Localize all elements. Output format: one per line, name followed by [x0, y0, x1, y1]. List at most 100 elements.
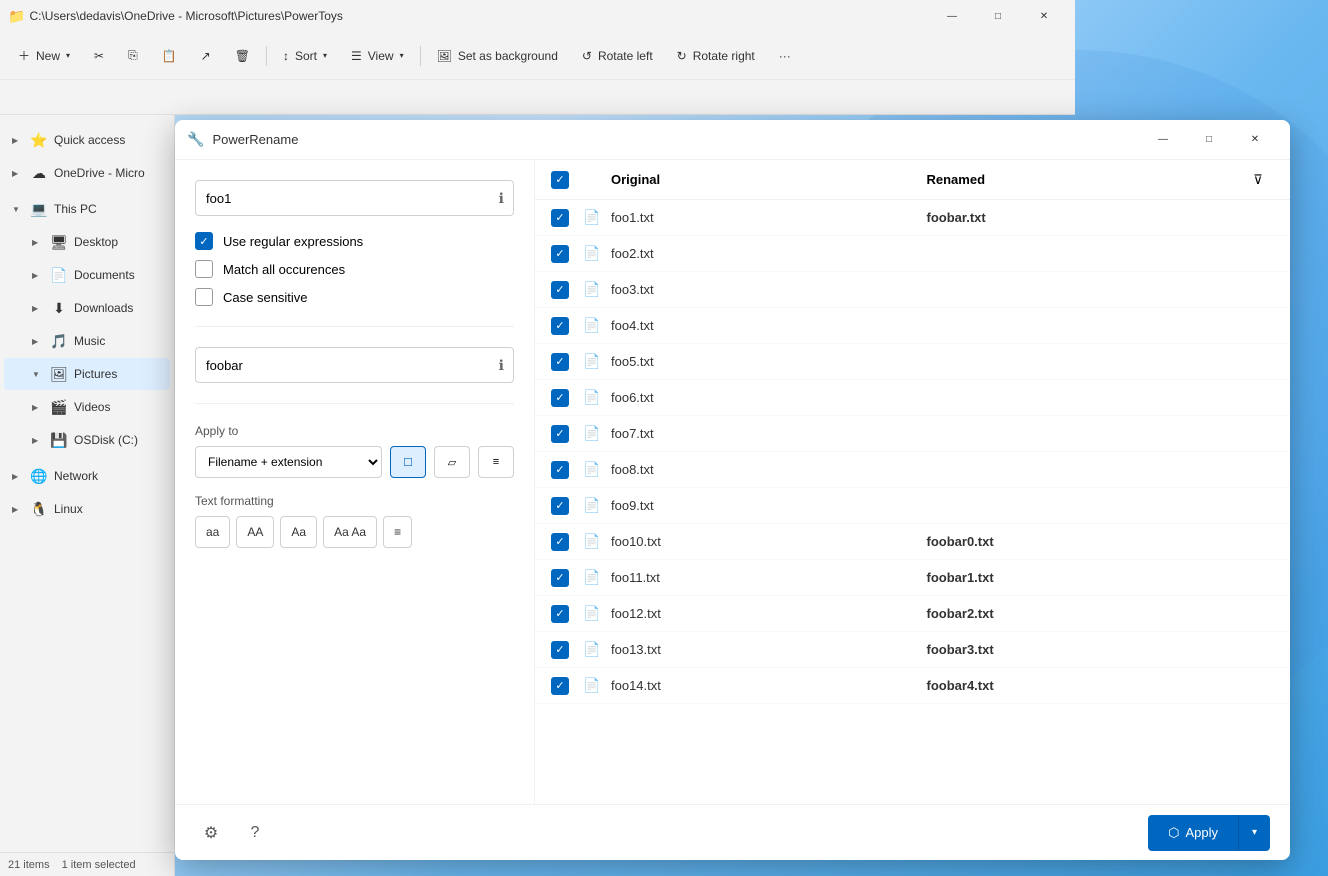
- replace-input[interactable]: [195, 347, 514, 383]
- row-checkbox[interactable]: [551, 317, 569, 335]
- row-original: foo13.txt: [611, 642, 927, 657]
- row-checkbox[interactable]: [551, 353, 569, 371]
- row-checkbox[interactable]: [551, 569, 569, 587]
- sidebar-item-videos[interactable]: ▶ 🎬 Videos: [4, 391, 170, 423]
- row-checkbox[interactable]: [551, 677, 569, 695]
- copy-button[interactable]: ⎘: [118, 38, 148, 74]
- sidebar-item-osdisk[interactable]: ▶ 💾 OSDisk (C:): [4, 424, 170, 456]
- row-original: foo12.txt: [611, 606, 927, 621]
- file-icon: 📄: [583, 281, 600, 298]
- sidebar-item-network[interactable]: ▶ 🌐 Network: [4, 460, 170, 492]
- titlecase-button[interactable]: Aa: [280, 516, 317, 548]
- table-row[interactable]: 📄 foo14.txt foobar4.txt: [535, 668, 1290, 704]
- format-folders-button[interactable]: ▱: [434, 446, 470, 478]
- pr-close-button[interactable]: ✕: [1232, 124, 1278, 156]
- table-row[interactable]: 📄 foo11.txt foobar1.txt: [535, 560, 1290, 596]
- sidebar-item-pictures[interactable]: ▼ 🖼 Pictures: [4, 358, 170, 390]
- row-checkbox[interactable]: [551, 425, 569, 443]
- table-row[interactable]: 📄 foo12.txt foobar2.txt: [535, 596, 1290, 632]
- row-file-icon-container: 📄: [583, 281, 611, 298]
- explorer-minimize-button[interactable]: —: [929, 0, 975, 32]
- table-row[interactable]: 📄 foo5.txt: [535, 344, 1290, 380]
- row-original: foo8.txt: [611, 462, 927, 477]
- rotate-left-button[interactable]: ↺ Rotate left: [572, 38, 663, 74]
- filter-button[interactable]: ⊽: [1242, 172, 1274, 188]
- search-input[interactable]: [195, 180, 514, 216]
- row-checkbox[interactable]: [551, 641, 569, 659]
- checkboxes: Use regular expressions Match all occure…: [195, 232, 514, 306]
- settings-button[interactable]: ⚙: [195, 817, 227, 849]
- rotate-right-button[interactable]: ↻ Rotate right: [667, 38, 765, 74]
- sidebar-item-music[interactable]: ▶ 🎵 Music: [4, 325, 170, 357]
- sidebar-item-linux[interactable]: ▶ 🐧 Linux: [4, 493, 170, 525]
- share-button[interactable]: ↗: [191, 38, 221, 74]
- set-background-button[interactable]: 🖼 Set as background: [427, 38, 568, 74]
- format-both-button[interactable]: ≡: [478, 446, 514, 478]
- more-button[interactable]: ···: [769, 38, 801, 74]
- table-row[interactable]: 📄 foo10.txt foobar0.txt: [535, 524, 1290, 560]
- case-sensitive-checkbox[interactable]: [195, 288, 213, 306]
- sort-button[interactable]: ↕ Sort ▾: [273, 38, 337, 74]
- sidebar-item-downloads[interactable]: ▶ ⬇ Downloads: [4, 292, 170, 324]
- row-checkbox[interactable]: [551, 281, 569, 299]
- row-file-icon-container: 📄: [583, 533, 611, 550]
- table-row[interactable]: 📄 foo7.txt: [535, 416, 1290, 452]
- lowercase-button[interactable]: aa: [195, 516, 230, 548]
- new-chevron-icon: ▾: [66, 51, 70, 60]
- row-file-icon-container: 📄: [583, 677, 611, 694]
- both-icon: ≡: [493, 456, 499, 468]
- trash-icon: 🗑: [235, 49, 250, 63]
- paste-button[interactable]: 📋: [152, 38, 187, 74]
- apply-to-select[interactable]: Filename onlyExtension onlyFilename + ex…: [195, 446, 382, 478]
- format-files-button[interactable]: ☐: [390, 446, 426, 478]
- new-button[interactable]: ＋ New ▾: [8, 38, 80, 74]
- file-icon: 📄: [583, 677, 600, 694]
- file-icon: 📄: [583, 569, 600, 586]
- row-checkbox[interactable]: [551, 605, 569, 623]
- case-sensitive-label: Case sensitive: [223, 290, 308, 305]
- table-row[interactable]: 📄 foo1.txt foobar.txt: [535, 200, 1290, 236]
- cut-button[interactable]: ✂: [84, 38, 114, 74]
- uppercase-button[interactable]: AA: [236, 516, 274, 548]
- table-row[interactable]: 📄 foo4.txt: [535, 308, 1290, 344]
- camelcase-button[interactable]: Aa Aa: [323, 516, 377, 548]
- row-checkbox[interactable]: [551, 389, 569, 407]
- select-all-checkbox[interactable]: [551, 171, 569, 189]
- sidebar-item-desktop[interactable]: ▶ 🖥 Desktop: [4, 226, 170, 258]
- row-check: [551, 461, 583, 479]
- explorer-maximize-button[interactable]: □: [975, 0, 1021, 32]
- row-checkbox[interactable]: [551, 209, 569, 227]
- delete-button[interactable]: 🗑: [225, 38, 260, 74]
- row-checkbox[interactable]: [551, 245, 569, 263]
- view-icon: ☰: [351, 49, 362, 63]
- use-regex-checkbox[interactable]: [195, 232, 213, 250]
- sort-chevron-icon: ▾: [323, 51, 327, 60]
- sidebar-item-documents[interactable]: ▶ 📄 Documents: [4, 259, 170, 291]
- row-check: [551, 317, 583, 335]
- row-checkbox[interactable]: [551, 461, 569, 479]
- replace-info-icon[interactable]: ℹ: [499, 357, 504, 374]
- sidebar-item-quick-access[interactable]: ▶ ⭐ Quick access: [4, 124, 170, 156]
- list-format-button[interactable]: ≡: [383, 516, 412, 548]
- sidebar-item-onedrive[interactable]: ▶ ☁ OneDrive - Micro: [4, 157, 170, 189]
- row-checkbox[interactable]: [551, 533, 569, 551]
- row-checkbox[interactable]: [551, 497, 569, 515]
- table-row[interactable]: 📄 foo13.txt foobar3.txt: [535, 632, 1290, 668]
- table-row[interactable]: 📄 foo9.txt: [535, 488, 1290, 524]
- view-button[interactable]: ☰ View ▾: [341, 38, 414, 74]
- match-all-checkbox[interactable]: [195, 260, 213, 278]
- table-row[interactable]: 📄 foo3.txt: [535, 272, 1290, 308]
- help-button[interactable]: ?: [239, 817, 271, 849]
- table-row[interactable]: 📄 foo6.txt: [535, 380, 1290, 416]
- apply-button[interactable]: ⬡ Apply: [1148, 815, 1238, 851]
- table-row[interactable]: 📄 foo2.txt: [535, 236, 1290, 272]
- apply-dropdown-button[interactable]: ▾: [1238, 815, 1270, 851]
- explorer-close-button[interactable]: ✕: [1021, 0, 1067, 32]
- search-info-icon[interactable]: ℹ: [499, 190, 504, 207]
- row-file-icon-container: 📄: [583, 389, 611, 406]
- pr-minimize-button[interactable]: —: [1140, 124, 1186, 156]
- sidebar-item-this-pc[interactable]: ▼ 💻 This PC: [4, 193, 170, 225]
- pr-maximize-button[interactable]: □: [1186, 124, 1232, 156]
- table-row[interactable]: 📄 foo8.txt: [535, 452, 1290, 488]
- apply-to-section: Apply to Filename onlyExtension onlyFile…: [195, 424, 514, 478]
